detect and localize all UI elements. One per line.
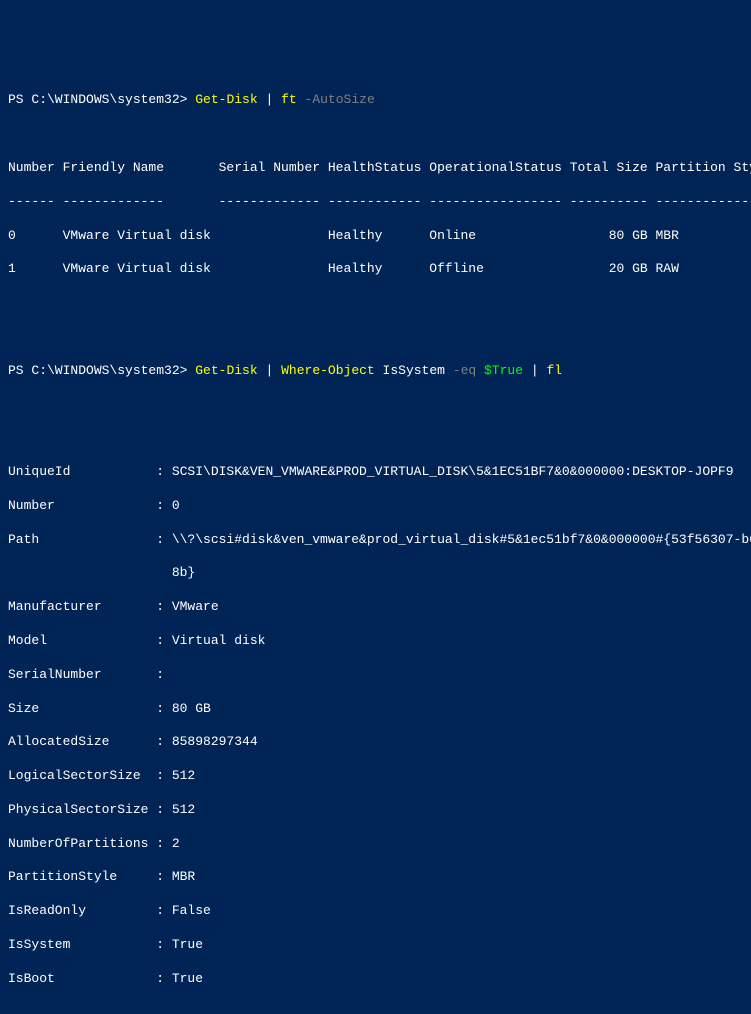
detail-size: Size : 80 GB xyxy=(8,701,743,718)
detail-path: Path : \\?\scsi#disk&ven_vmware&prod_vir… xyxy=(8,532,743,549)
op-eq: -eq xyxy=(453,363,476,378)
detail-logicalsectorsize: LogicalSectorSize : 512 xyxy=(8,768,743,785)
prompt-line-2: PS C:\WINDOWS\system32> Get-Disk | Where… xyxy=(8,363,743,380)
detail-isboot: IsBoot : True xyxy=(8,971,743,988)
param-autosize: -AutoSize xyxy=(305,92,375,107)
cmdlet-get-disk: Get-Disk xyxy=(195,92,257,107)
cmdlet-get-disk: Get-Disk xyxy=(195,363,257,378)
pipe-symbol: | xyxy=(265,363,273,378)
cmdlet-where-object: Where-Object xyxy=(281,363,375,378)
detail-allocatedsize: AllocatedSize : 85898297344 xyxy=(8,734,743,751)
blank-line xyxy=(8,396,743,413)
table-divider: ------ ------------- ------------- -----… xyxy=(8,194,743,211)
blank-line xyxy=(8,430,743,447)
table-header: Number Friendly Name Serial Number Healt… xyxy=(8,160,743,177)
prompt-line-1: PS C:\WINDOWS\system32> Get-Disk | ft -A… xyxy=(8,92,743,109)
pipe-symbol: | xyxy=(265,92,273,107)
detail-numberofpartitions: NumberOfPartitions : 2 xyxy=(8,836,743,853)
pipe-symbol: | xyxy=(531,363,539,378)
var-true: $True xyxy=(484,363,523,378)
detail-model: Model : Virtual disk xyxy=(8,633,743,650)
cmdlet-ft: ft xyxy=(281,92,297,107)
detail-number: Number : 0 xyxy=(8,498,743,515)
detail-isreadonly: IsReadOnly : False xyxy=(8,903,743,920)
blank-line xyxy=(8,329,743,346)
detail-physicalsectorsize: PhysicalSectorSize : 512 xyxy=(8,802,743,819)
cmdlet-fl: fl xyxy=(546,363,562,378)
detail-path-cont: 8b} xyxy=(8,565,743,582)
detail-issystem: IsSystem : True xyxy=(8,937,743,954)
prop-issystem: IsSystem xyxy=(383,363,445,378)
detail-partitionstyle: PartitionStyle : MBR xyxy=(8,869,743,886)
detail-serialnumber: SerialNumber : xyxy=(8,667,743,684)
blank-line xyxy=(8,1005,743,1014)
blank-line xyxy=(8,295,743,312)
ps-path: PS C:\WINDOWS\system32> xyxy=(8,363,187,378)
ps-path: PS C:\WINDOWS\system32> xyxy=(8,92,187,107)
detail-uniqueid: UniqueId : SCSI\DISK&VEN_VMWARE&PROD_VIR… xyxy=(8,464,743,481)
detail-manufacturer: Manufacturer : VMware xyxy=(8,599,743,616)
blank-line xyxy=(8,126,743,143)
terminal-output[interactable]: PS C:\WINDOWS\system32> Get-Disk | ft -A… xyxy=(8,76,743,1014)
table-row: 1 VMware Virtual disk Healthy Offline 20… xyxy=(8,261,743,278)
table-row: 0 VMware Virtual disk Healthy Online 80 … xyxy=(8,228,743,245)
